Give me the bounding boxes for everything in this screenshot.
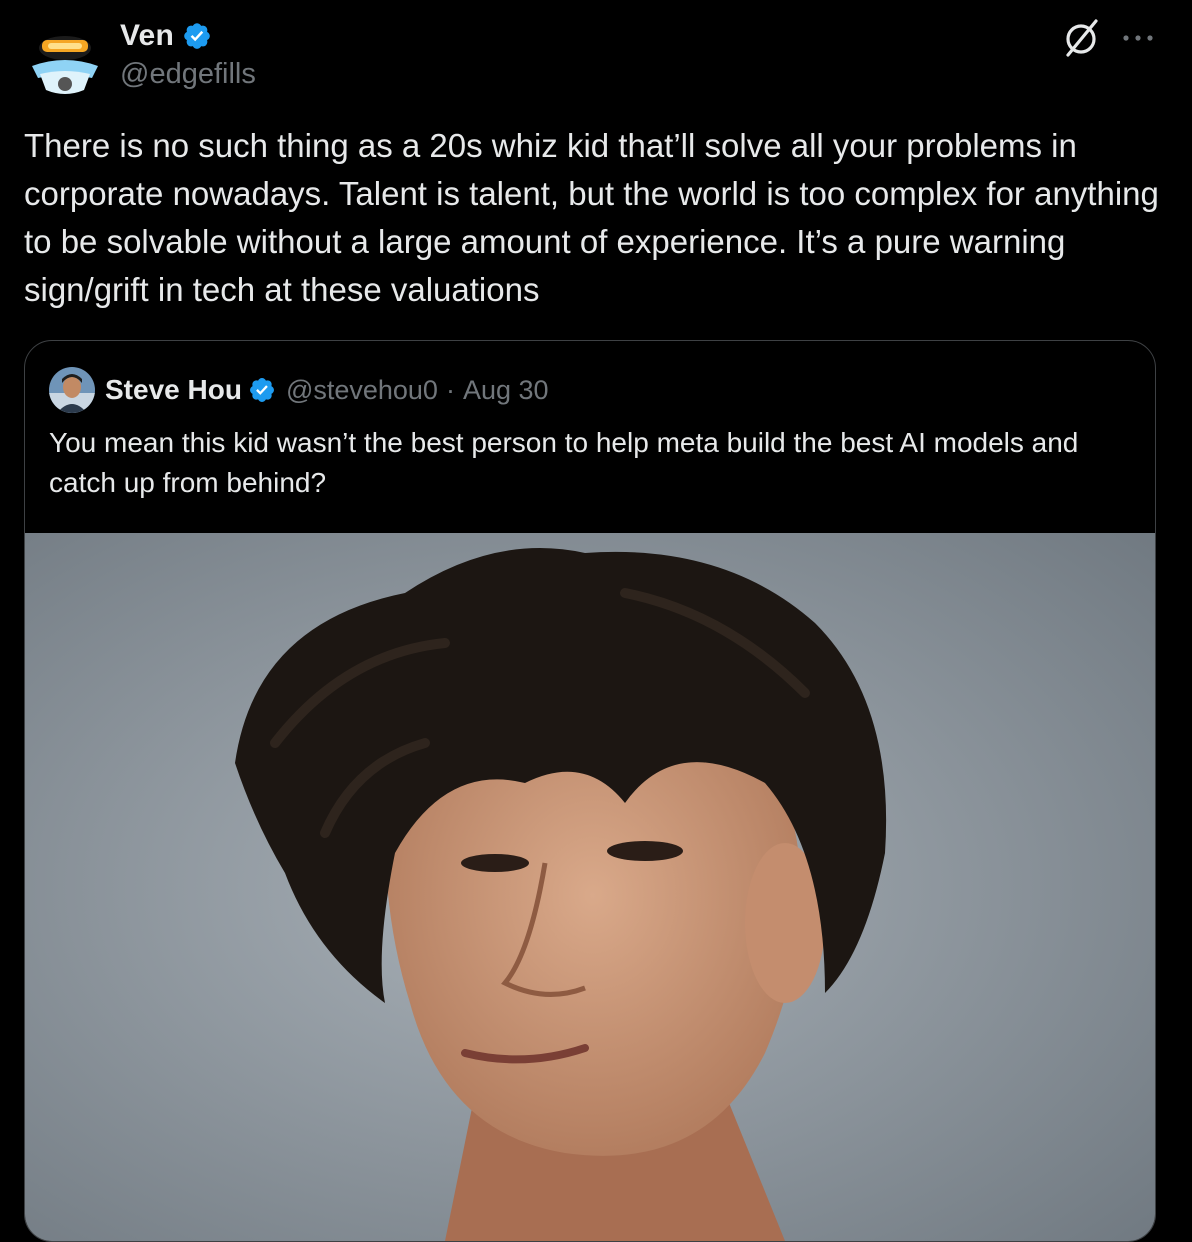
quoted-author-avatar[interactable] <box>49 367 95 413</box>
author-name-block: Ven @edgefills <box>120 16 256 91</box>
quoted-tweet-card[interactable]: Steve Hou @stevehou0 · Aug 30 You mean t… <box>24 340 1156 1242</box>
author-display-name[interactable]: Ven <box>120 19 174 53</box>
quoted-verified-badge-icon[interactable] <box>248 376 276 404</box>
quoted-tweet-text: You mean this kid wasn’t the best person… <box>49 427 1079 498</box>
more-icon[interactable] <box>1118 28 1158 48</box>
quoted-tweet-photo[interactable] <box>25 533 1155 1241</box>
quoted-display-name[interactable]: Steve Hou <box>105 374 242 406</box>
author-avatar[interactable] <box>22 18 108 104</box>
quoted-date[interactable]: Aug 30 <box>463 375 549 406</box>
grok-icon[interactable] <box>1062 18 1100 58</box>
tweet-text: There is no such thing as a 20s whiz kid… <box>24 127 1169 308</box>
quoted-separator: · <box>445 374 455 405</box>
author-handle[interactable]: @edgefills <box>120 58 256 91</box>
display-name-row: Ven <box>120 16 256 56</box>
verified-badge-icon[interactable] <box>182 21 212 51</box>
quoted-tweet-header: Steve Hou @stevehou0 · Aug 30 <box>49 367 549 413</box>
quoted-handle[interactable]: @stevehou0 <box>286 375 438 406</box>
